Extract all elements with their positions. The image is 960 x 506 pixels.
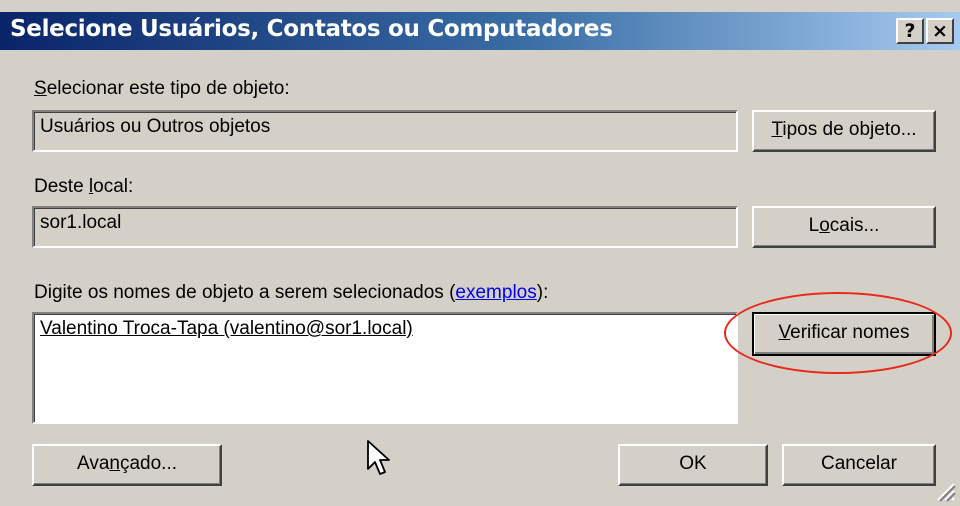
help-button[interactable]: ? bbox=[896, 18, 924, 44]
close-button[interactable]: × bbox=[926, 18, 954, 44]
title-bar[interactable]: Selecione Usuários, Contatos ou Computad… bbox=[0, 12, 960, 50]
location-label: Deste local: bbox=[34, 176, 134, 197]
advanced-button[interactable]: Avançado... bbox=[32, 444, 222, 486]
cancel-button[interactable]: Cancelar bbox=[782, 444, 936, 486]
object-names-input[interactable]: Valentino Troca-Tapa (valentino@sor1.loc… bbox=[32, 312, 738, 424]
resize-grip-icon[interactable] bbox=[934, 480, 956, 502]
help-icon: ? bbox=[904, 20, 916, 42]
check-names-button[interactable]: Verificar nomes bbox=[752, 312, 936, 356]
window-title: Selecione Usuários, Contatos ou Computad… bbox=[10, 16, 613, 42]
select-users-dialog: Selecione Usuários, Contatos ou Computad… bbox=[0, 0, 960, 506]
examples-link[interactable]: exemplos bbox=[455, 282, 536, 303]
mouse-pointer-icon bbox=[367, 440, 390, 475]
locations-button[interactable]: Locais... bbox=[752, 206, 936, 248]
object-type-field: Usuários ou Outros objetos bbox=[32, 110, 738, 152]
resolved-name[interactable]: Valentino Troca-Tapa (valentino@sor1.loc… bbox=[40, 318, 413, 339]
close-icon: × bbox=[932, 20, 948, 42]
ok-button[interactable]: OK bbox=[618, 444, 768, 486]
location-field: sor1.local bbox=[32, 206, 738, 248]
object-types-button[interactable]: Tipos de objeto... bbox=[752, 110, 936, 152]
names-label: Digite os nomes de objeto a serem seleci… bbox=[34, 282, 549, 303]
object-type-label: Selecionar este tipo de objeto: bbox=[34, 78, 290, 99]
